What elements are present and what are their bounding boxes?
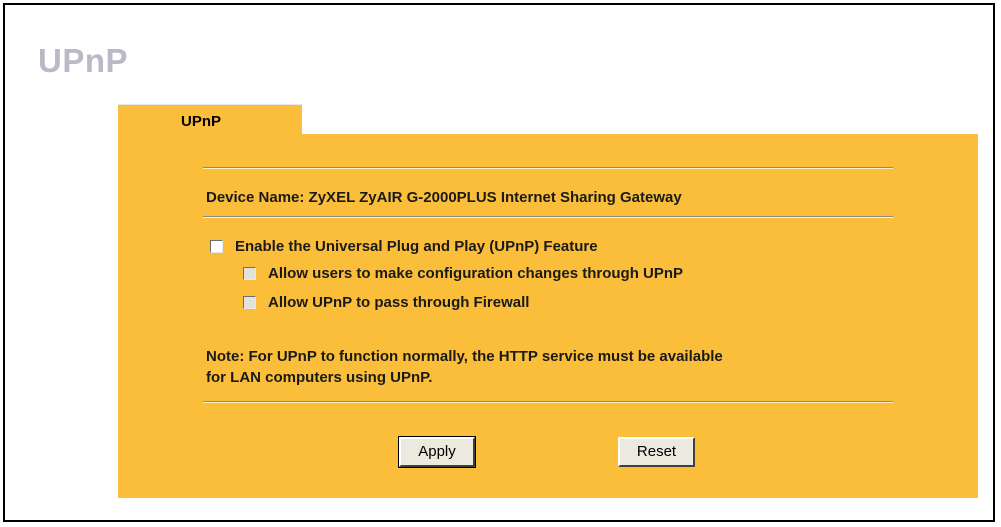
allow-config-changes-label: Allow users to make configuration change… [268, 265, 684, 282]
device-name-text: Device Name: ZyXEL ZyAIR G-2000PLUS Inte… [206, 189, 682, 206]
allow-firewall-passthrough-checkbox[interactable] [243, 296, 256, 309]
allow-config-changes-checkbox[interactable] [243, 267, 256, 280]
upnp-settings-panel: Device Name: ZyXEL ZyAIR G-2000PLUS Inte… [118, 134, 978, 498]
page-title: UPnP [38, 42, 129, 79]
divider [203, 401, 893, 403]
divider [203, 216, 893, 218]
allow-firewall-passthrough-label: Allow UPnP to pass through Firewall [268, 294, 530, 311]
upnp-note: Note: For UPnP to function normally, the… [206, 346, 906, 388]
allow-config-changes-option: Allow users to make configuration change… [243, 265, 683, 282]
enable-upnp-option: Enable the Universal Plug and Play (UPnP… [210, 238, 598, 255]
tab-upnp[interactable]: UPnP [118, 104, 302, 135]
enable-upnp-label: Enable the Universal Plug and Play (UPnP… [235, 238, 598, 255]
tab-label: UPnP [181, 113, 222, 130]
apply-button[interactable]: Apply [398, 436, 476, 468]
enable-upnp-checkbox[interactable] [210, 240, 223, 253]
allow-firewall-passthrough-option: Allow UPnP to pass through Firewall [243, 294, 529, 311]
screenshot-frame: UPnP UPnP Device Name: ZyXEL ZyAIR G-200… [3, 3, 995, 522]
note-line-2: for LAN computers using UPnP. [206, 369, 433, 386]
reset-button[interactable]: Reset [618, 437, 695, 467]
divider [203, 167, 893, 169]
note-line-1: Note: For UPnP to function normally, the… [206, 348, 723, 365]
